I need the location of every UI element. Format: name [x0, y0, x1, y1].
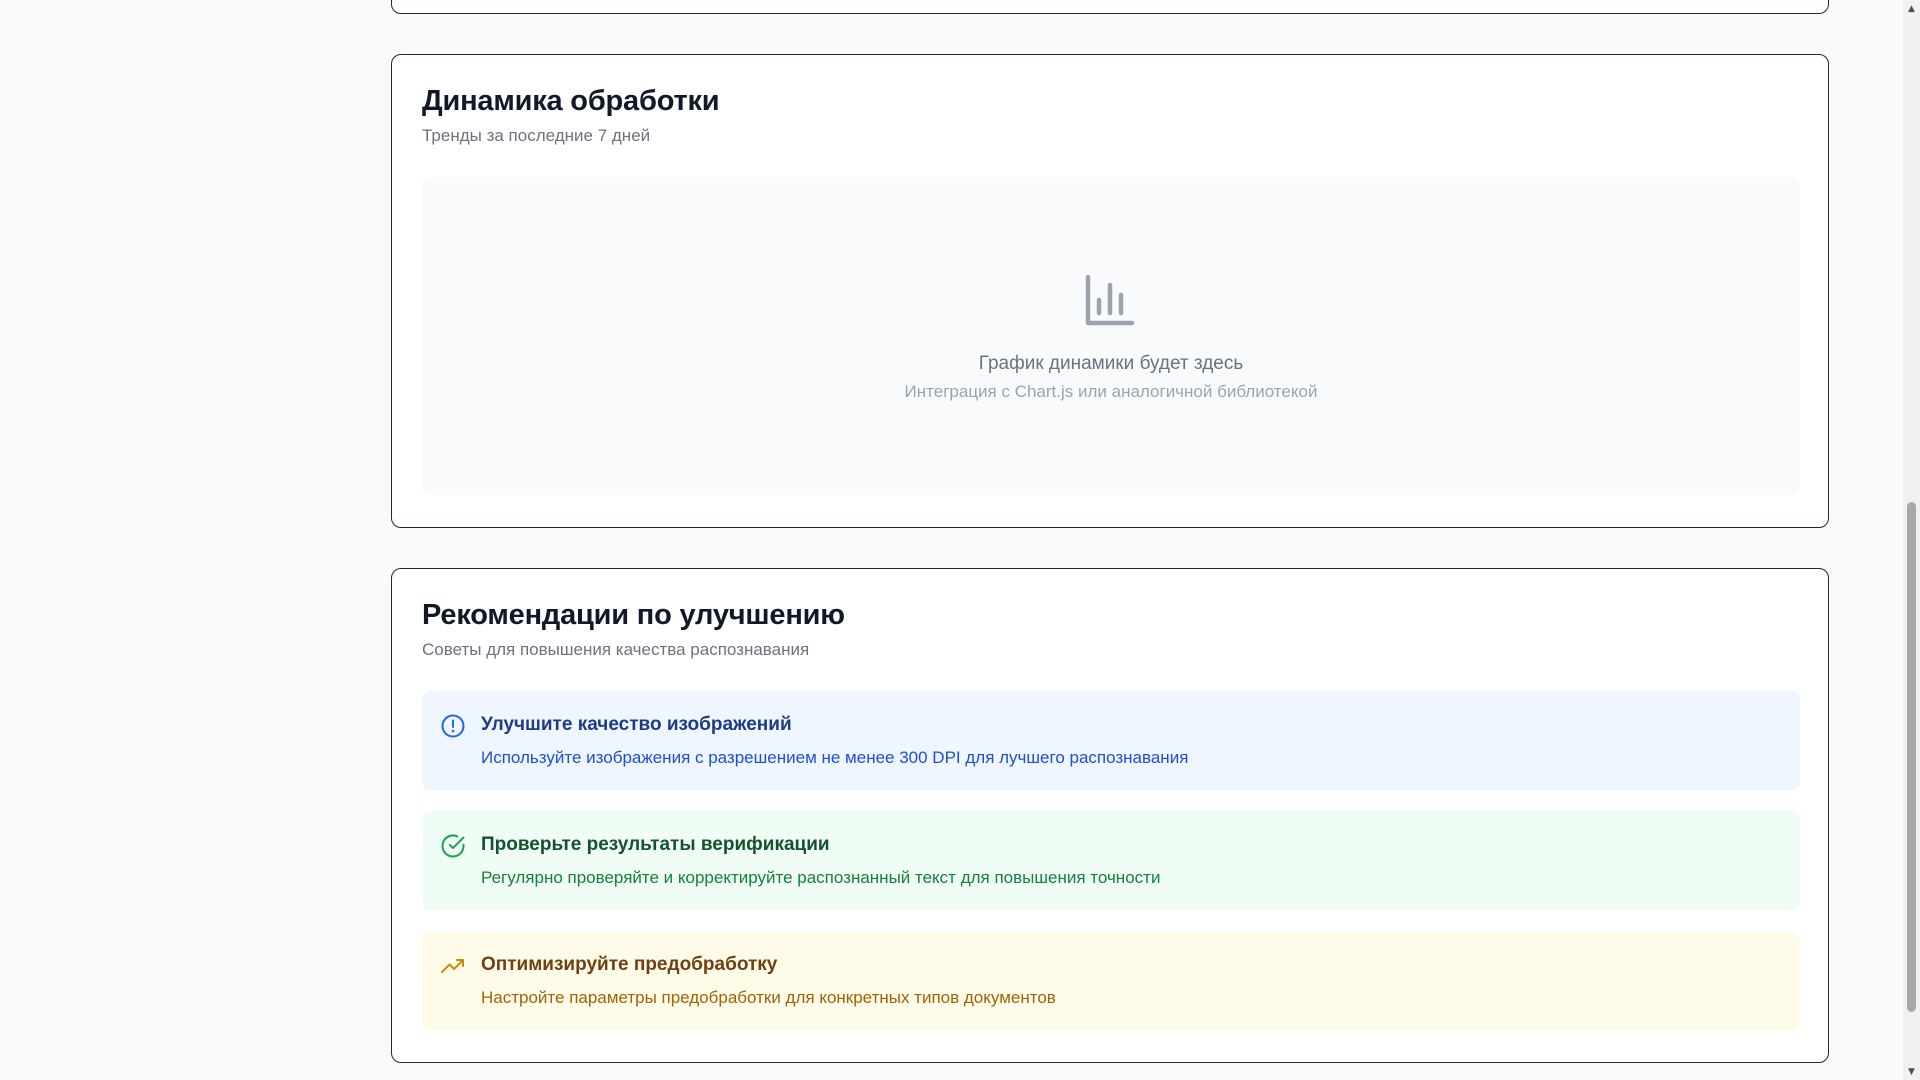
- card-subtitle: Советы для повышения качества распознава…: [422, 640, 810, 659]
- bar-chart-icon: [1085, 274, 1135, 326]
- previous-card: [391, 0, 1829, 14]
- scroll-down-arrow-icon[interactable]: ▼: [1903, 1063, 1920, 1080]
- recommendation-title: Улучшите качество изображений: [481, 714, 792, 735]
- recommendation-item-preprocessing: Оптимизируйте предобработку Настройте па…: [422, 931, 1800, 1030]
- page: Динамика обработки Тренды за последние 7…: [0, 0, 1920, 1080]
- vertical-scrollbar[interactable]: ▲ ▼: [1903, 0, 1920, 1080]
- scrollbar-thumb[interactable]: [1907, 502, 1916, 1012]
- card-title: Динамика обработки: [422, 85, 720, 117]
- card-subtitle: Тренды за последние 7 дней: [422, 126, 651, 145]
- card-title: Рекомендации по улучшению: [422, 599, 845, 631]
- chart-placeholder-title: График динамики будет здесь: [978, 353, 1244, 374]
- recommendation-item-verification: Проверьте результаты верификации Регуляр…: [422, 811, 1800, 910]
- recommendation-title: Проверьте результаты верификации: [481, 834, 830, 855]
- recommendation-title: Оптимизируйте предобработку: [481, 954, 778, 975]
- recommendation-description: Настройте параметры предобработки для ко…: [481, 988, 1056, 1007]
- check-circle-icon: [441, 834, 465, 858]
- recommendation-item-image-quality: Улучшите качество изображений Используйт…: [422, 691, 1800, 790]
- processing-dynamics-card: Динамика обработки Тренды за последние 7…: [391, 54, 1829, 528]
- recommendation-description: Используйте изображения с разрешением не…: [481, 748, 1189, 767]
- recommendations-card: Рекомендации по улучшению Советы для пов…: [391, 568, 1829, 1063]
- scroll-up-arrow-icon[interactable]: ▲: [1903, 0, 1920, 17]
- chart-placeholder-subtitle: Интеграция с Chart.js или аналогичной би…: [904, 382, 1318, 401]
- trending-up-icon: [441, 959, 464, 973]
- chart-placeholder: График динамики будет здесь Интеграция с…: [422, 177, 1800, 495]
- alert-circle-icon: [441, 714, 465, 738]
- recommendation-description: Регулярно проверяйте и корректируйте рас…: [481, 868, 1161, 887]
